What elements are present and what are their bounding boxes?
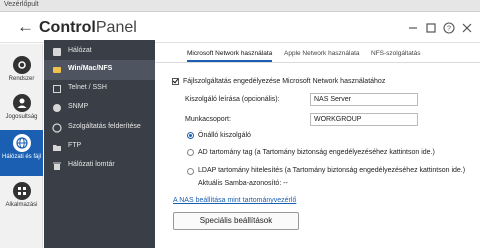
nav-label-network-file: Hálózati és fájl	[1, 154, 42, 160]
app-title-light: Panel	[95, 19, 137, 36]
ad-domain-member-radio[interactable]	[187, 149, 194, 156]
nav-item-applications[interactable]: Alkalmazási	[0, 178, 43, 221]
sidebar-item-label: FTP	[68, 142, 82, 149]
samba-id-text: Aktuális Samba-azonosító: --	[198, 180, 288, 187]
apps-icon	[12, 182, 31, 200]
sidebar-item-label: Szolgáltatás felderítése	[68, 123, 141, 130]
nav-item-system[interactable]: Rendszer	[0, 52, 43, 95]
ad-domain-member-label: AD tartomány tag (a Tartomány biztonság …	[198, 149, 435, 156]
back-arrow-icon[interactable]: ←	[17, 17, 34, 37]
app-title: ControlPanel	[39, 19, 137, 37]
sidebar-item-label: Telnet / SSH	[68, 84, 107, 91]
user-icon	[12, 94, 31, 112]
advanced-settings-button[interactable]: Speciális beállítások	[173, 212, 299, 230]
ldap-domain-auth-label: LDAP tartomány hitelesítés (a Tartomány …	[198, 167, 466, 174]
sidebar-item-telnet-ssh[interactable]: Telnet / SSH	[44, 79, 155, 99]
standalone-server-radio[interactable]	[187, 132, 194, 139]
domain-controller-link[interactable]: A NAS beállítása mint tartományvezérlő	[173, 197, 296, 204]
terminal-icon	[53, 85, 61, 93]
maximize-icon[interactable]	[424, 21, 438, 35]
main-content: Microsoft Network használata Apple Netwo…	[155, 43, 480, 248]
nav-label-privilege: Jogosultság	[5, 114, 38, 120]
ftp-icon	[53, 145, 61, 151]
sidebar-item-label: Hálózat	[68, 47, 92, 54]
window-titlebar: Vezérlőpult	[0, 0, 480, 12]
standalone-server-label: Önálló kiszolgáló	[198, 132, 251, 139]
sidebar-item-label: SNMP	[68, 103, 89, 110]
svg-text:?: ?	[447, 26, 451, 33]
workgroup-input[interactable]: WORKGROUP	[310, 113, 418, 126]
network-icon	[53, 48, 61, 56]
sidebar-item-snmp[interactable]: SNMP	[44, 98, 155, 118]
workgroup-label: Munkacsoport:	[185, 116, 231, 123]
sidebar-item-label: Hálózati lomtár	[68, 161, 115, 168]
nav-label-system: Rendszer	[8, 76, 35, 82]
sidebar-item-service-discovery[interactable]: Szolgáltatás felderítése	[44, 118, 155, 138]
snmp-icon	[53, 104, 61, 112]
close-icon[interactable]	[460, 21, 474, 35]
enable-smb-label: Fájlszolgáltatás engedélyezése Microsoft…	[183, 78, 386, 85]
sidebar-item-ftp[interactable]: FTP	[44, 137, 155, 157]
nav-label-applications: Alkalmazási	[5, 202, 38, 208]
help-icon[interactable]: ?	[442, 21, 456, 35]
window-title: Vezérlőpult	[4, 1, 39, 8]
minimize-icon[interactable]	[406, 21, 420, 35]
server-description-label: Kiszolgáló leírása (opcionális):	[185, 96, 280, 103]
nav-item-privilege[interactable]: Jogosultság	[0, 90, 43, 133]
app-header: ← ControlPanel ?	[0, 13, 480, 43]
main-navigation: Rendszer Jogosultság Hálózati és fájl Al…	[0, 44, 43, 248]
sidebar: Hálózat Win/Mac/NFS Telnet / SSH SNMP Sz…	[44, 40, 155, 248]
enable-smb-checkbox[interactable]	[172, 78, 179, 85]
discovery-icon	[52, 123, 62, 133]
trash-icon	[53, 162, 61, 170]
smb-settings-form: Fájlszolgáltatás engedélyezése Microsoft…	[155, 43, 480, 248]
app-title-bold: Control	[39, 19, 96, 36]
sidebar-item-network[interactable]: Hálózat	[44, 42, 155, 62]
gear-icon	[12, 56, 31, 74]
server-description-input[interactable]: NAS Server	[310, 93, 418, 106]
nav-item-network-file[interactable]: Hálózati és fájl	[0, 130, 43, 176]
sidebar-item-win-mac-nfs[interactable]: Win/Mac/NFS	[44, 60, 155, 80]
sidebar-item-network-recycle-bin[interactable]: Hálózati lomtár	[44, 156, 155, 176]
folders-icon	[53, 67, 61, 73]
ldap-domain-auth-radio[interactable]	[187, 168, 194, 175]
globe-icon	[12, 134, 31, 152]
sidebar-item-label: Win/Mac/NFS	[68, 65, 113, 72]
